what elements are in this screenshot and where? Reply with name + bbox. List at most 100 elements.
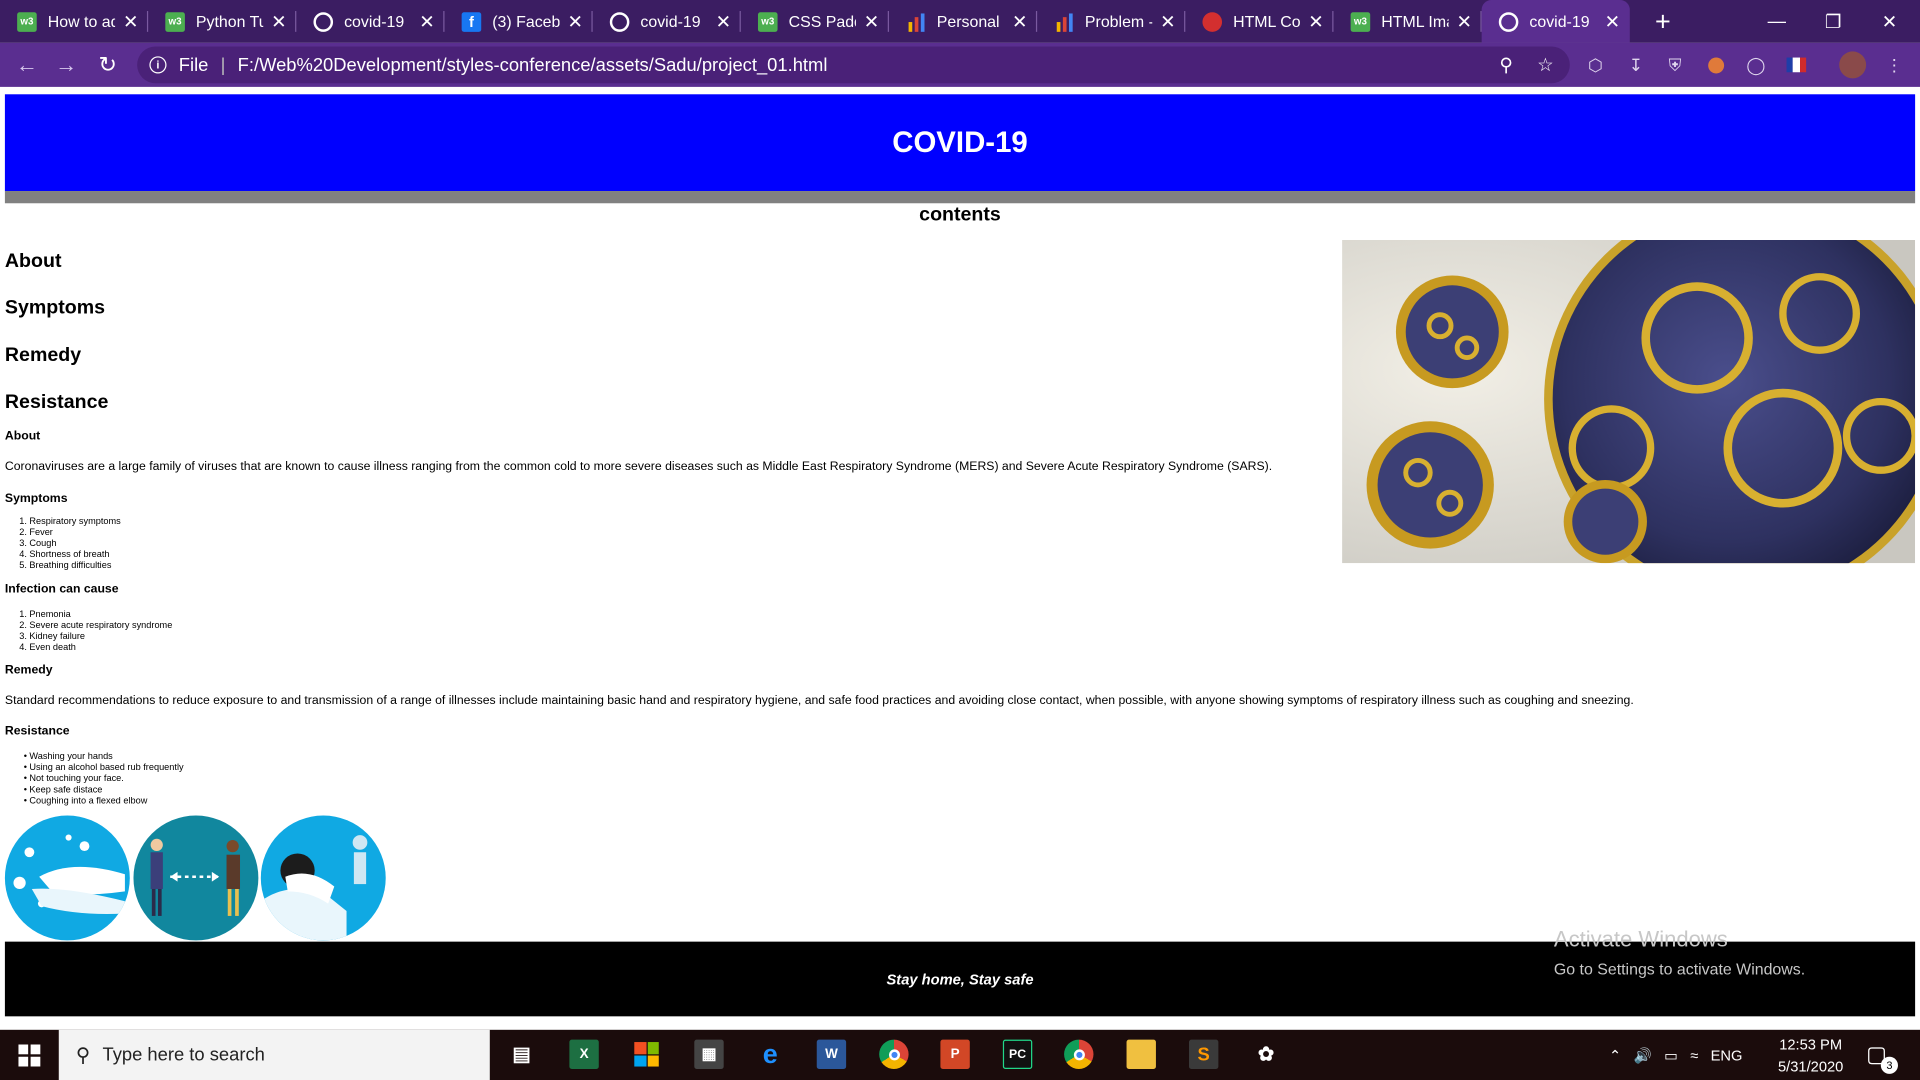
close-tab-icon[interactable]: ✕ xyxy=(1012,10,1027,33)
monkey-extension-icon[interactable] xyxy=(1703,53,1727,77)
chrome-active-icon[interactable] xyxy=(1064,1039,1094,1069)
toc-link-resistance[interactable]: Resistance xyxy=(5,392,108,414)
volume-icon[interactable]: 🔊 xyxy=(1634,1046,1652,1063)
browser-tab[interactable]: w3 How to ad ✕ xyxy=(0,0,149,43)
close-tab-icon[interactable]: ✕ xyxy=(419,10,434,33)
browser-tab[interactable]: w3 CSS Paddi ✕ xyxy=(741,0,889,43)
close-tab-icon[interactable]: ✕ xyxy=(271,10,286,33)
search-placeholder: Type here to search xyxy=(102,1044,265,1066)
close-window-button[interactable]: ✕ xyxy=(1861,0,1917,43)
list-marker: 4. xyxy=(19,548,27,560)
list-item: • Washing your hands xyxy=(24,751,183,762)
resistance-list: • Washing your hands • Using an alcohol bas… xyxy=(24,751,184,806)
minimize-button[interactable]: — xyxy=(1749,0,1805,43)
list-item: 2. Severe acute respiratory syndrome xyxy=(19,620,172,631)
shield-outline-icon[interactable]: ◯ xyxy=(1744,53,1768,77)
store-icon[interactable] xyxy=(632,1040,661,1069)
back-button[interactable]: ← xyxy=(7,45,46,84)
search-icon: ⚲ xyxy=(75,1045,91,1066)
browser-tab[interactable]: covid-19 ✕ xyxy=(1481,0,1630,43)
paint-icon[interactable]: ✿ xyxy=(1251,1040,1280,1069)
profile-avatar[interactable] xyxy=(1839,51,1867,79)
shield-extension-icon[interactable]: ⛨ xyxy=(1663,53,1687,77)
browser-tab[interactable]: w3 HTML Ima ✕ xyxy=(1333,0,1482,43)
address-bar[interactable]: i File | F:/Web%20Development/styles-con… xyxy=(137,46,1570,84)
taskbar-search-box[interactable]: ⚲ Type here to search xyxy=(58,1029,490,1080)
list-item-text: Coughing into a flexed elbow xyxy=(29,794,148,806)
browser-tab[interactable]: f (3) Facebo ✕ xyxy=(444,0,593,43)
reload-button[interactable]: ↻ xyxy=(88,45,127,84)
close-tab-icon[interactable]: ✕ xyxy=(1605,10,1620,33)
tab-strip: w3 How to ad ✕ w3 Python Tu ✕ covid-19 ✕ f (3) Fa… xyxy=(0,0,1920,43)
close-tab-icon[interactable]: ✕ xyxy=(123,10,138,33)
list-item: • Coughing into a flexed elbow xyxy=(24,794,183,806)
battery-icon[interactable]: ▭ xyxy=(1664,1046,1678,1063)
browser-tab[interactable]: covid-19 ✕ xyxy=(593,0,741,43)
close-tab-icon[interactable]: ✕ xyxy=(1308,10,1323,33)
close-tab-icon[interactable]: ✕ xyxy=(1456,10,1471,33)
bar-chart-icon xyxy=(1054,12,1074,32)
list-marker: 2. xyxy=(19,526,27,538)
language-indicator[interactable]: ENG xyxy=(1711,1046,1743,1063)
windows-logo-icon xyxy=(18,1043,41,1066)
chrome-icon[interactable] xyxy=(879,1039,909,1069)
calculator-icon[interactable]: ▦ xyxy=(694,1039,724,1069)
globe-icon xyxy=(1498,11,1519,32)
list-item-text: Keep safe distace xyxy=(29,783,103,795)
list-item-text: Pnemonia xyxy=(29,608,71,620)
codecademy-icon xyxy=(1202,11,1223,32)
toc-link-about[interactable]: About xyxy=(5,251,62,273)
chevron-up-icon[interactable]: ⌃ xyxy=(1609,1046,1621,1063)
browser-tab[interactable]: HTML Col ✕ xyxy=(1185,0,1334,43)
notification-center-button[interactable]: ▢ 3 xyxy=(1866,1030,1898,1080)
close-tab-icon[interactable]: ✕ xyxy=(567,10,582,33)
task-view-icon[interactable]: ▤ xyxy=(507,1040,536,1069)
list-item-text: Respiratory symptoms xyxy=(29,515,121,527)
list-marker: • xyxy=(23,772,27,784)
info-icon[interactable]: i xyxy=(149,56,167,74)
coronavirus-image xyxy=(1342,240,1916,564)
download-extension-icon[interactable]: ↧ xyxy=(1624,53,1648,77)
maximize-button[interactable]: ❐ xyxy=(1805,0,1861,43)
list-item-text: Shortness of breath xyxy=(29,548,110,560)
forward-button[interactable]: → xyxy=(47,45,86,84)
contents-heading: contents xyxy=(919,204,1001,226)
cube-extension-icon[interactable]: ⬡ xyxy=(1583,53,1607,77)
browser-tab[interactable]: covid-19 ✕ xyxy=(296,0,445,43)
notification-count-badge: 3 xyxy=(1880,1056,1898,1074)
tab-title: Python Tu xyxy=(195,12,264,31)
close-tab-icon[interactable]: ✕ xyxy=(864,10,879,33)
close-tab-icon[interactable]: ✕ xyxy=(1160,10,1175,33)
windows-start-button[interactable] xyxy=(0,1030,59,1080)
list-item-text: Even death xyxy=(29,641,76,653)
new-tab-button[interactable]: + xyxy=(1647,6,1679,38)
sublime-text-icon[interactable]: S xyxy=(1188,1039,1219,1069)
toc-link-symptoms[interactable]: Symptoms xyxy=(5,298,105,320)
url-text: F:/Web%20Development/styles-conference/a… xyxy=(237,54,828,76)
toc-link-remedy[interactable]: Remedy xyxy=(5,345,81,367)
word-icon[interactable]: W xyxy=(816,1039,847,1069)
system-tray: ⌃ 🔊 ▭ ≈ ENG xyxy=(1609,1030,1742,1080)
flag-extension-icon[interactable] xyxy=(1784,53,1808,77)
browser-tab[interactable]: Problem - ✕ xyxy=(1037,0,1186,43)
tab-title: HTML Ima xyxy=(1381,12,1450,31)
page-header: COVID-19 xyxy=(4,94,1916,192)
clock[interactable]: 12:53 PM 5/31/2020 xyxy=(1778,1030,1843,1080)
menu-dots-icon[interactable]: ⋮ xyxy=(1882,53,1906,77)
pycharm-icon[interactable]: PC xyxy=(1002,1039,1033,1069)
close-tab-icon[interactable]: ✕ xyxy=(716,10,731,33)
tab-title: covid-19 xyxy=(344,12,405,31)
list-marker: • xyxy=(23,750,27,762)
file-explorer-icon[interactable] xyxy=(1126,1039,1156,1069)
edge-icon[interactable]: e xyxy=(756,1038,785,1069)
list-marker: 1. xyxy=(19,515,27,527)
powerpoint-icon[interactable]: P xyxy=(940,1039,970,1069)
zoom-icon[interactable]: ⚲ xyxy=(1489,47,1523,84)
browser-tab[interactable]: Personal s ✕ xyxy=(889,0,1038,43)
wifi-icon[interactable]: ≈ xyxy=(1690,1046,1698,1063)
globe-icon xyxy=(313,11,334,32)
bookmark-star-icon[interactable]: ☆ xyxy=(1528,47,1562,84)
list-item: 4. Shortness of breath xyxy=(19,548,120,560)
browser-tab[interactable]: w3 Python Tu ✕ xyxy=(148,0,297,43)
excel-icon[interactable]: X xyxy=(569,1039,599,1069)
